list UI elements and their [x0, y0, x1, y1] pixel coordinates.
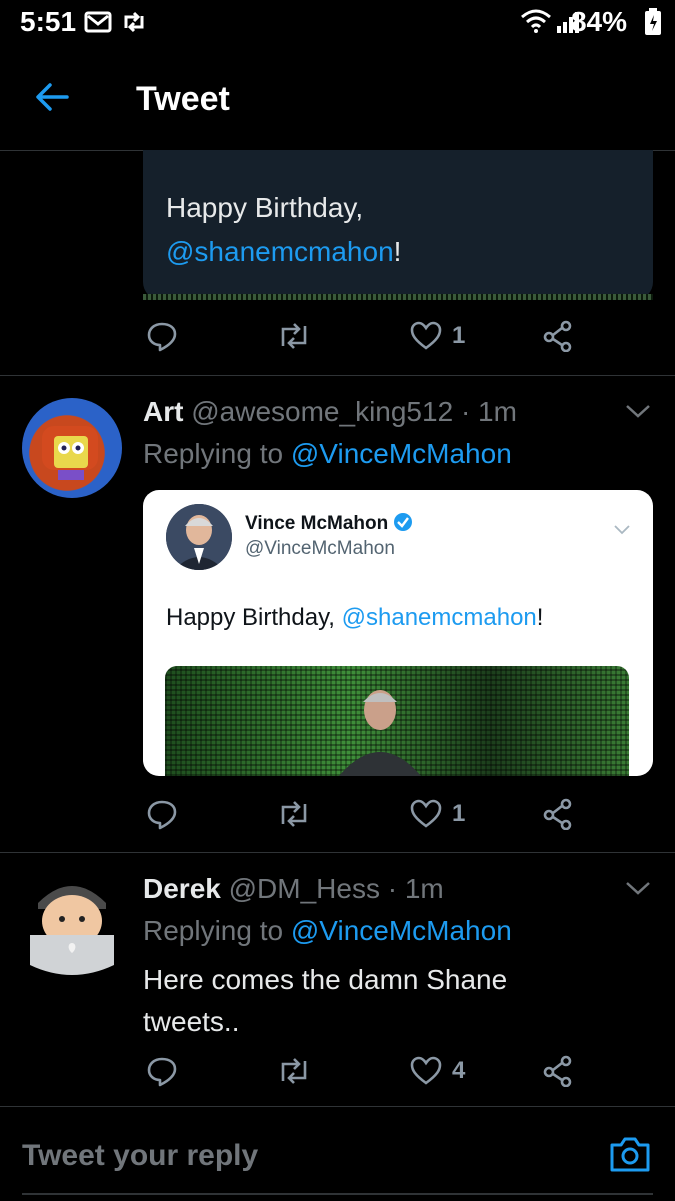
reply-icon	[147, 1057, 177, 1087]
top-app-bar: Tweet	[0, 50, 675, 151]
reply-input[interactable]: Tweet your reply	[22, 1139, 258, 1173]
battery-percent: 84%	[570, 6, 627, 37]
handle[interactable]: @DM_Hess	[229, 873, 380, 904]
retweet-notification-icon	[124, 11, 144, 33]
heart-icon	[410, 321, 442, 350]
status-time: 5:51	[20, 6, 77, 37]
share-button[interactable]	[542, 320, 574, 352]
chevron-down-icon[interactable]	[624, 402, 652, 420]
quoted-avatar	[166, 504, 232, 570]
avatar[interactable]	[22, 869, 122, 979]
battery-icon	[645, 8, 661, 35]
retweet-button[interactable]	[276, 1055, 312, 1087]
tweet-header: Derek @DM_Hess · 1m	[143, 873, 444, 905]
avatar[interactable]	[22, 398, 122, 498]
share-icon	[543, 798, 572, 830]
timestamp: 1m	[478, 396, 517, 427]
quoted-text-line: Happy Birthday,	[166, 192, 364, 223]
memoji-avatar-image	[30, 886, 114, 975]
camera-icon[interactable]	[608, 1135, 652, 1173]
gmail-icon	[84, 11, 112, 33]
tweet-text-line: tweets..	[143, 1006, 240, 1037]
replying-to-link[interactable]: @VinceMcMahon	[291, 915, 512, 946]
quoted-text: Happy Birthday, @shanemcmahon!	[166, 604, 543, 632]
reply-icon	[147, 322, 177, 352]
back-arrow-icon[interactable]	[34, 82, 70, 112]
retweet-button[interactable]	[276, 320, 312, 352]
mention-link[interactable]: @shanemcmahon	[166, 236, 394, 267]
display-name[interactable]: Derek	[143, 873, 221, 904]
share-icon	[543, 1055, 572, 1087]
quoted-handle: @VinceMcMahon	[245, 538, 395, 559]
tweet-derek[interactable]: Derek @DM_Hess · 1m Replying to @VinceMc…	[0, 853, 675, 1105]
quoted-header: Vince McMahon	[245, 512, 413, 535]
like-button[interactable]: 4	[410, 1055, 465, 1087]
vince-avatar-image	[166, 504, 232, 570]
reply-composer[interactable]: Tweet your reply	[0, 1106, 675, 1201]
handle[interactable]: @awesome_king512	[191, 396, 453, 427]
quoted-media-image	[165, 666, 629, 776]
retweet-icon	[281, 1058, 307, 1084]
share-button[interactable]	[542, 798, 574, 830]
tweet-image[interactable]: Vince McMahon @VinceMcMahon Happy Birthd…	[143, 490, 653, 776]
replying-to: Replying to @VinceMcMahon	[143, 915, 512, 947]
verified-badge-icon	[393, 513, 412, 531]
reply-button[interactable]	[146, 320, 178, 352]
timestamp: 1m	[404, 873, 444, 904]
share-icon	[543, 320, 572, 352]
reply-button[interactable]	[146, 1055, 178, 1087]
display-name[interactable]: Art	[143, 396, 183, 427]
quoted-text-body: Happy Birthday,	[166, 604, 342, 631]
tweet-header: Art @awesome_king512 · 1m	[143, 396, 517, 428]
replying-to: Replying to @VinceMcMahon	[143, 438, 512, 470]
replying-to-link[interactable]: @VinceMcMahon	[291, 438, 512, 469]
quoted-tweet-card[interactable]: Happy Birthday, @shanemcmahon!	[143, 150, 653, 300]
heart-icon	[410, 1056, 442, 1085]
quoted-tweet-text: Happy Birthday, @shanemcmahon!	[166, 186, 401, 274]
chevron-down-icon[interactable]	[624, 879, 652, 897]
quoted-text-exclaim: !	[393, 236, 402, 267]
composer-underline	[22, 1193, 653, 1195]
person-figure	[339, 690, 421, 776]
share-button[interactable]	[542, 1055, 574, 1087]
wifi-icon	[521, 9, 551, 33]
retweet-button[interactable]	[276, 798, 312, 830]
quoted-mention: @shanemcmahon	[341, 604, 537, 631]
retweet-icon	[281, 801, 307, 827]
spongebob-avatar-image	[42, 426, 98, 480]
heart-icon	[410, 799, 442, 828]
replying-prefix: Replying to	[143, 438, 284, 469]
chevron-down-icon	[614, 525, 630, 535]
like-button[interactable]: 1	[410, 320, 465, 352]
quoted-display-name: Vince McMahon	[245, 513, 389, 534]
tweet-text: Here comes the damn Shane tweets..	[143, 959, 507, 1043]
tweet-text-line: Here comes the damn Shane	[143, 964, 508, 995]
tweet-art[interactable]: Art @awesome_king512 · 1m Replying to @V…	[0, 376, 675, 852]
like-count: 1	[452, 800, 466, 827]
quoted-media-strip	[143, 294, 653, 300]
tweet-actions: 1	[0, 798, 675, 838]
replying-prefix: Replying to	[143, 915, 284, 946]
retweet-icon	[281, 323, 307, 349]
reply-button[interactable]	[146, 798, 178, 830]
quoted-text-exclaim: !	[536, 604, 544, 631]
tweet-actions: 4	[0, 1055, 675, 1095]
like-button[interactable]: 1	[410, 798, 465, 830]
separator-dot: ·	[387, 873, 398, 904]
page-title: Tweet	[136, 80, 230, 118]
like-count: 1	[452, 322, 466, 349]
separator-dot: ·	[460, 396, 471, 427]
tweet-actions: 1	[0, 320, 675, 360]
reply-icon	[147, 800, 177, 830]
like-count: 4	[452, 1057, 466, 1084]
status-bar: 5:51 84%	[0, 0, 675, 50]
